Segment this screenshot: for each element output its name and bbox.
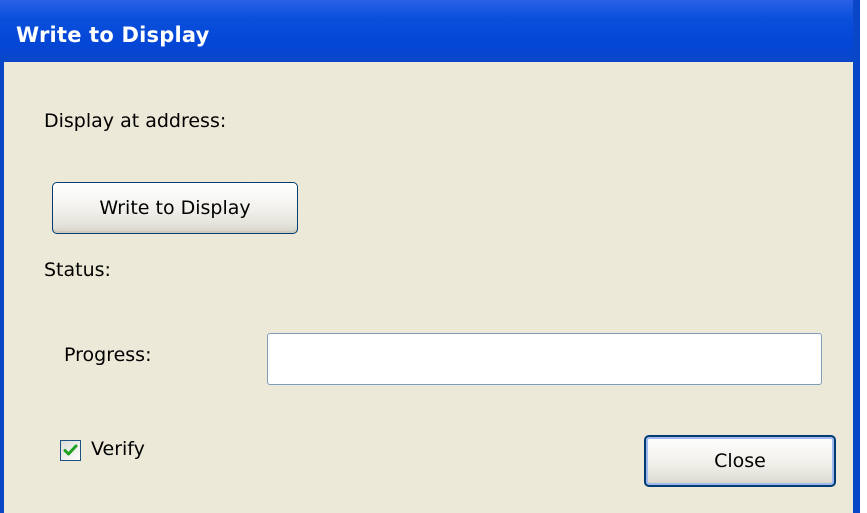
write-to-display-window: Write to Display Display at address: Wri…	[0, 0, 867, 513]
checkmark-icon	[63, 444, 78, 456]
progress-bar	[267, 333, 822, 385]
window-right-border	[853, 0, 860, 513]
window-title: Write to Display	[16, 23, 210, 47]
title-bar[interactable]: Write to Display	[0, 0, 860, 62]
status-label: Status:	[44, 259, 111, 281]
verify-label[interactable]: Verify	[91, 438, 145, 460]
write-to-display-button[interactable]: Write to Display	[52, 182, 298, 234]
verify-checkbox[interactable]	[60, 440, 81, 461]
close-button[interactable]: Close	[644, 435, 836, 487]
display-address-label: Display at address:	[44, 110, 227, 132]
progress-label: Progress:	[64, 344, 152, 366]
